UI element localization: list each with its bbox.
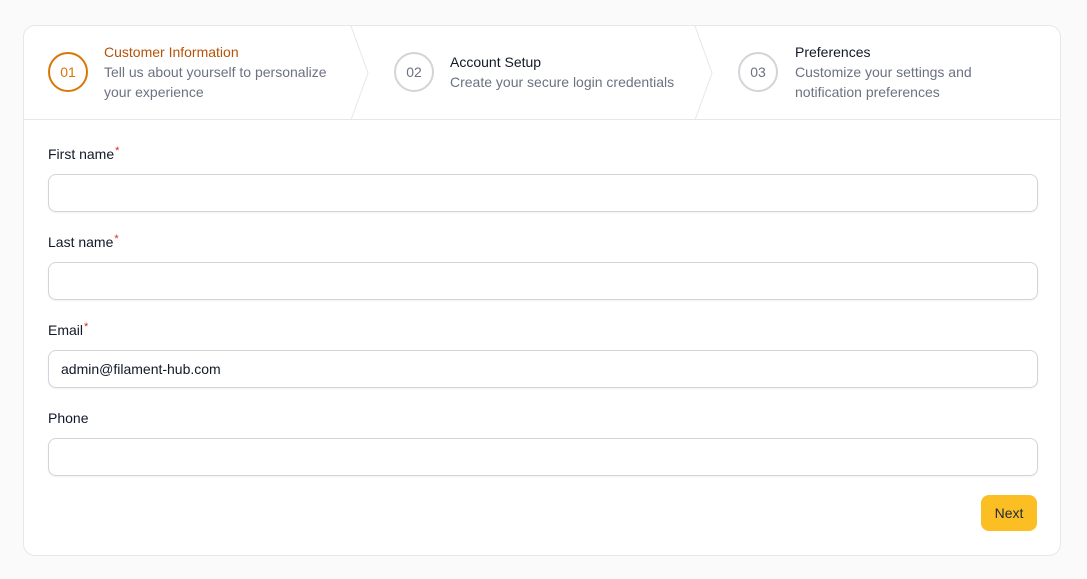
step-divider-chevron — [694, 26, 713, 120]
phone-label: Phone — [48, 410, 89, 426]
phone-field: Phone — [48, 408, 1038, 476]
step-number-badge: 03 — [738, 52, 778, 92]
required-asterisk: * — [114, 233, 119, 245]
first-name-label: First name* — [48, 145, 120, 162]
wizard-card: 01 Customer Information Tell us about yo… — [23, 25, 1061, 556]
step-title: Account Setup — [450, 54, 542, 70]
step-preferences[interactable]: 03 Preferences Customize your settings a… — [714, 26, 1054, 119]
step-customer-information[interactable]: 01 Customer Information Tell us about yo… — [24, 26, 354, 119]
step-description-line-2: your experience — [104, 84, 204, 100]
step-description-line-1: Customize your settings and — [795, 64, 972, 80]
step-number-badge: 02 — [394, 52, 434, 92]
required-asterisk: * — [115, 145, 120, 157]
next-button[interactable]: Next — [981, 495, 1037, 531]
first-name-field: First name* — [48, 144, 1038, 212]
wizard-steps: 01 Customer Information Tell us about yo… — [24, 26, 1060, 120]
step-number-badge: 01 — [48, 52, 88, 92]
required-asterisk: * — [84, 321, 89, 333]
step-description-line-1: Create your secure login credentials — [450, 74, 675, 90]
last-name-label: Last name* — [48, 233, 119, 250]
email-input[interactable] — [48, 350, 1038, 388]
email-label: Email* — [48, 321, 89, 338]
last-name-input[interactable] — [48, 262, 1038, 300]
email-field: Email* — [48, 320, 1038, 388]
phone-input[interactable] — [48, 438, 1038, 476]
step-description-line-2: notification preferences — [795, 84, 940, 100]
step-title: Preferences — [795, 44, 871, 60]
step-account-setup[interactable]: 02 Account Setup Create your secure logi… — [370, 26, 700, 119]
first-name-input[interactable] — [48, 174, 1038, 212]
step-title: Customer Information — [104, 44, 239, 60]
step-description-line-1: Tell us about yourself to personalize — [104, 64, 327, 80]
step-divider-chevron — [350, 26, 369, 120]
last-name-field: Last name* — [48, 232, 1038, 300]
